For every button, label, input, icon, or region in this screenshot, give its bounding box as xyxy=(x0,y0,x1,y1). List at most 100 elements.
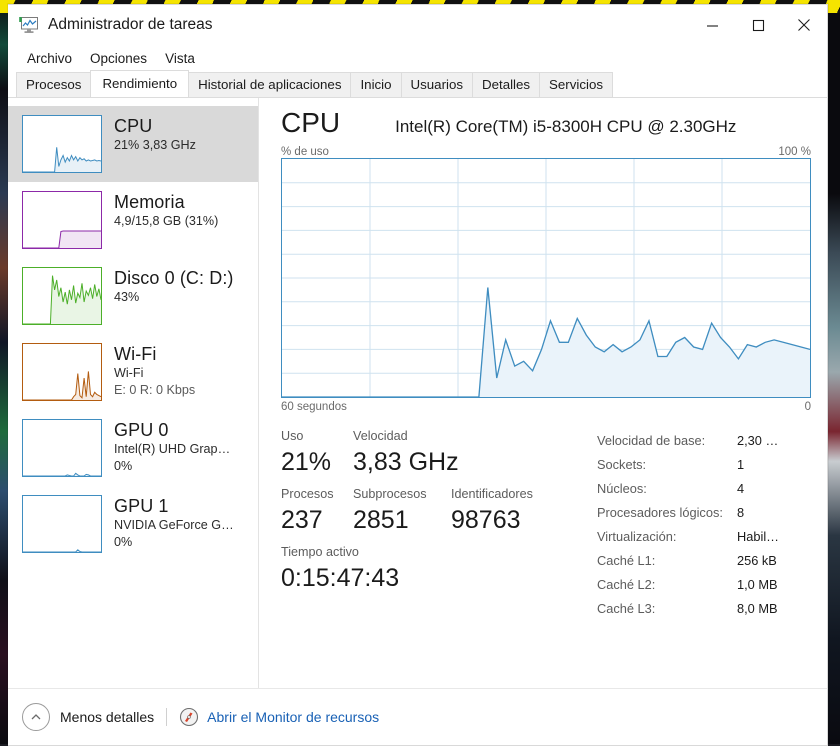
spec-key: Caché L1: xyxy=(597,553,656,568)
graph-bottom-axis: 60 segundos 0 xyxy=(281,401,811,413)
spec-value: 256 kB xyxy=(737,553,777,568)
sidebar-item-title: GPU 1 xyxy=(114,496,169,516)
stat-subprocesos: Subprocesos 2851 xyxy=(353,485,451,537)
spec-value: 4 xyxy=(737,481,745,496)
spec-value: 1 xyxy=(737,457,745,472)
y-axis-label: % de uso xyxy=(281,146,329,158)
spec-row: Caché L1: 256 kB xyxy=(597,549,811,573)
sidebar-item-title: Memoria xyxy=(114,192,185,212)
stats-row-counts: Procesos 237 Subprocesos 2851 Identifica… xyxy=(281,485,581,537)
maximize-button[interactable] xyxy=(735,5,781,45)
spec-key: Caché L3: xyxy=(597,601,656,616)
sidebar-item-title: GPU 0 xyxy=(114,420,169,440)
cpu-specs-list: Velocidad de base: 2,30 … Sockets: 1 Núc… xyxy=(581,427,811,621)
stat-value: 3,83 GHz xyxy=(353,448,459,476)
tab-usuarios[interactable]: Usuarios xyxy=(400,72,473,97)
tab-inicio[interactable]: Inicio xyxy=(350,72,402,97)
spec-key: Virtualización: xyxy=(597,529,677,544)
spec-row: Núcleos: 4 xyxy=(597,477,811,501)
sidebar-item-sub: 43% xyxy=(114,290,140,304)
menu-item-opciones[interactable]: Opciones xyxy=(81,48,156,69)
sidebar-item-cpu[interactable]: CPU 21% 3,83 GHz xyxy=(8,106,258,182)
title-bar: Administrador de tareas xyxy=(8,5,827,45)
spec-row: Caché L2: 1,0 MB xyxy=(597,573,811,597)
cpu-detail-panel: CPU Intel(R) Core(TM) i5-8300H CPU @ 2.3… xyxy=(259,98,827,688)
stat-procesos: Procesos 237 xyxy=(281,485,353,537)
stat-label: Identificadores xyxy=(451,487,533,501)
sidebar-item-title: Wi-Fi xyxy=(114,344,157,364)
sidebar-item-sub: NVIDIA GeForce G… xyxy=(114,518,234,532)
status-bar: Menos detalles Abrir el Monitor de recur… xyxy=(8,688,827,745)
spec-key: Sockets: xyxy=(597,457,647,472)
stats-left-column: Uso 21% Velocidad 3,83 GHz Procesos 237 xyxy=(281,427,581,621)
menu-item-archivo[interactable]: Archivo xyxy=(18,48,81,69)
close-button[interactable] xyxy=(781,5,827,45)
tab-historial-de-aplicaciones[interactable]: Historial de aplicaciones xyxy=(188,72,352,97)
content-area: CPU 21% 3,83 GHz Memoria 4,9/15,8 GB (31… xyxy=(8,98,827,688)
stat-value: 98763 xyxy=(451,506,521,534)
sidebar-item-sub2: 0% xyxy=(114,535,133,549)
menu-item-vista[interactable]: Vista xyxy=(156,48,204,69)
spec-key: Núcleos: xyxy=(597,481,647,496)
spec-value: 8 xyxy=(737,505,745,520)
tab-strip: Procesos Rendimiento Historial de aplica… xyxy=(8,70,827,98)
window-title: Administrador de tareas xyxy=(48,16,213,33)
spec-value: 1,0 MB xyxy=(737,577,778,592)
tab-rendimiento[interactable]: Rendimiento xyxy=(90,70,190,97)
spec-row: Caché L3: 8,0 MB xyxy=(597,597,811,621)
sidebar-item-sub: Intel(R) UHD Grap… xyxy=(114,442,231,456)
tab-detalles[interactable]: Detalles xyxy=(472,72,541,97)
sidebar-item-sub2: E: 0 R: 0 Kbps xyxy=(114,383,196,397)
resource-monitor-icon xyxy=(179,707,199,727)
sidebar-item-title: CPU xyxy=(114,116,153,136)
y-axis-max-label: 100 % xyxy=(778,146,811,158)
statistics-area: Uso 21% Velocidad 3,83 GHz Procesos 237 xyxy=(281,427,811,621)
wifi-mini-graph xyxy=(22,343,102,401)
stat-label: Subprocesos xyxy=(353,487,427,501)
spec-value: 8,0 MB xyxy=(737,601,778,616)
cpu-usage-graph[interactable] xyxy=(281,158,811,398)
spec-key: Procesadores lógicos: xyxy=(597,505,723,520)
stat-value: 2851 xyxy=(353,506,409,534)
stat-label: Procesos xyxy=(281,487,334,501)
sidebar-item-wifi[interactable]: Wi-Fi Wi-Fi E: 0 R: 0 Kbps xyxy=(8,334,258,410)
sidebar-item-gpu-0[interactable]: GPU 0 Intel(R) UHD Grap… 0% xyxy=(8,410,258,486)
resource-sidebar: CPU 21% 3,83 GHz Memoria 4,9/15,8 GB (31… xyxy=(8,98,259,688)
stats-row-uptime: Tiempo activo 0:15:47:43 xyxy=(281,543,581,595)
gpu0-mini-graph xyxy=(22,419,102,477)
sidebar-item-memoria[interactable]: Memoria 4,9/15,8 GB (31%) xyxy=(8,182,258,258)
menu-bar: Archivo Opciones Vista xyxy=(8,45,827,71)
disk-mini-graph xyxy=(22,267,102,325)
chevron-up-icon[interactable] xyxy=(22,703,50,731)
spec-key: Caché L2: xyxy=(597,577,656,592)
panel-header: CPU Intel(R) Core(TM) i5-8300H CPU @ 2.3… xyxy=(281,106,811,140)
page-title: CPU xyxy=(281,107,341,138)
x-axis-right-label: 0 xyxy=(804,401,811,413)
spec-value: Habil… xyxy=(737,529,779,544)
task-manager-icon xyxy=(18,16,40,34)
less-details-button[interactable]: Menos detalles xyxy=(60,709,154,725)
tab-procesos[interactable]: Procesos xyxy=(16,72,92,97)
spec-row: Procesadores lógicos: 8 xyxy=(597,501,811,525)
sidebar-item-sub2: 0% xyxy=(114,459,133,473)
spec-row: Velocidad de base: 2,30 … xyxy=(597,429,811,453)
cpu-mini-graph xyxy=(22,115,102,173)
stat-value: 21% xyxy=(281,448,332,476)
sidebar-item-disco-0[interactable]: Disco 0 (C: D:) 43% xyxy=(8,258,258,334)
stat-identificadores: Identificadores 98763 xyxy=(451,485,533,537)
spec-key: Velocidad de base: xyxy=(597,433,706,448)
tab-servicios[interactable]: Servicios xyxy=(539,72,613,97)
sidebar-item-gpu-1[interactable]: GPU 1 NVIDIA GeForce G… 0% xyxy=(8,486,258,562)
sidebar-item-title: Disco 0 (C: D:) xyxy=(114,268,234,288)
footer-divider xyxy=(166,708,168,726)
open-resource-monitor-link[interactable]: Abrir el Monitor de recursos xyxy=(207,709,379,725)
stat-uso: Uso 21% xyxy=(281,427,353,479)
minimize-button[interactable] xyxy=(689,5,735,45)
sidebar-item-sub: 4,9/15,8 GB (31%) xyxy=(114,214,219,228)
task-manager-window: Administrador de tareas Archivo Opciones… xyxy=(8,4,828,746)
spec-row: Sockets: 1 xyxy=(597,453,811,477)
stat-value: 237 xyxy=(281,506,323,534)
stats-row-usage: Uso 21% Velocidad 3,83 GHz xyxy=(281,427,581,479)
sidebar-item-sub: Wi-Fi xyxy=(114,366,144,380)
stat-label: Uso xyxy=(281,429,304,443)
